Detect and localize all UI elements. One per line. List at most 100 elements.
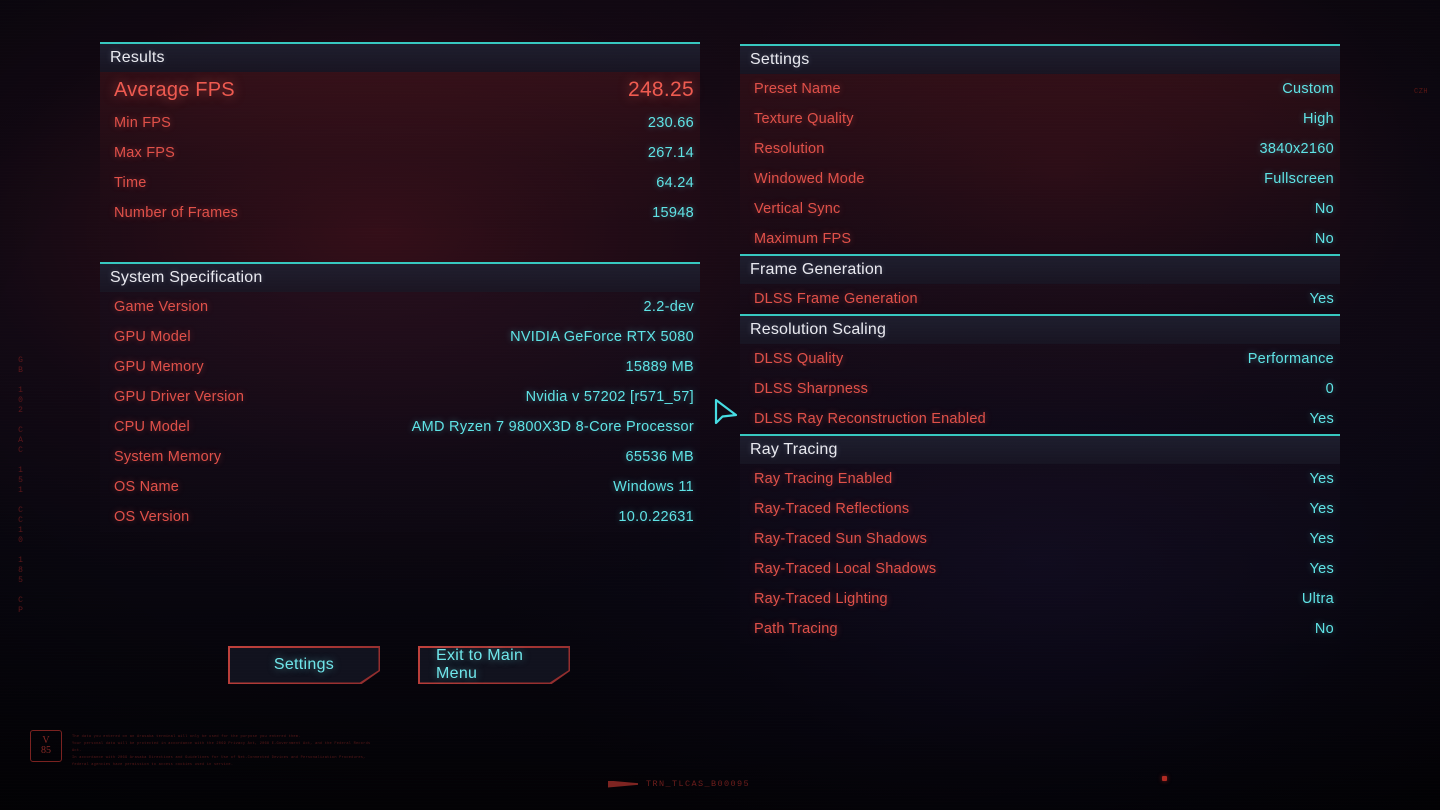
setting-row: Path Tracing No (740, 614, 1340, 644)
setting-row-label: OS Version (114, 509, 190, 525)
section-header-settings: Settings (740, 44, 1340, 74)
setting-row-value: 64.24 (656, 175, 694, 191)
setting-row-label: System Memory (114, 449, 222, 465)
setting-row-value: Fullscreen (1264, 171, 1334, 187)
setting-row-value: No (1314, 231, 1334, 247)
setting-row: Maximum FPS No (740, 224, 1340, 254)
settings-row-list: Preset Name Custom Texture Quality High Reso… (740, 74, 1340, 254)
setting-row: Windowed Mode Fullscreen (740, 164, 1340, 194)
settings-button[interactable]: Settings (228, 646, 380, 684)
version-badge-line2: 85 (41, 745, 51, 756)
setting-row-label: Path Tracing (754, 621, 838, 637)
setting-row-value: 230.66 (647, 115, 694, 131)
frame-generation-row-list: DLSS Frame Generation Yes (740, 284, 1340, 314)
exit-button-label: Exit to Main Menu (436, 647, 524, 682)
setting-row-label: Number of Frames (114, 205, 239, 221)
section-title-results: Results (110, 49, 165, 66)
setting-row-value: Yes (1309, 561, 1334, 577)
setting-row: OS Version 10.0.22631 (100, 502, 700, 532)
setting-row-label: Texture Quality (754, 111, 854, 127)
setting-row-value: Yes (1309, 471, 1334, 487)
setting-row: DLSS Quality Performance (740, 344, 1340, 374)
left-edge-code-text: GB 102 CAC 151 CC10 185 CP (16, 356, 25, 616)
setting-row: Time 64.24 (100, 168, 700, 198)
section-title-frame-generation: Frame Generation (750, 261, 884, 278)
setting-row-label: Windowed Mode (754, 171, 865, 187)
corner-mark-text: CZH (1414, 88, 1429, 96)
results-spacer (100, 228, 700, 262)
setting-row-label: OS Name (114, 479, 180, 495)
setting-row-value: 2.2-dev (643, 299, 694, 315)
legal-disclaimer-text: The data you entered on an Arasaka termi… (72, 734, 372, 769)
setting-row-label: Ray-Traced Sun Shadows (754, 531, 928, 547)
ray-tracing-row-list: Ray Tracing Enabled Yes Ray-Traced Reflect… (740, 464, 1340, 644)
setting-row: GPU Memory 15889 MB (100, 352, 700, 382)
setting-row: DLSS Sharpness 0 (740, 374, 1340, 404)
section-header-system-specification: System Specification (100, 262, 700, 292)
setting-row: Game Version 2.2-dev (100, 292, 700, 322)
section-header-results: Results (100, 42, 700, 72)
benchmark-results-screen: Results Average FPS 248.25 Min FPS 230.66 Ma… (0, 0, 1440, 810)
setting-row-value: Yes (1309, 531, 1334, 547)
setting-row: Min FPS 230.66 (100, 108, 700, 138)
setting-row: OS Name Windows 11 (100, 472, 700, 502)
setting-row-label: DLSS Quality (754, 351, 844, 367)
setting-row-label: Min FPS (114, 115, 171, 131)
section-title-ray-tracing: Ray Tracing (750, 441, 838, 458)
setting-row: Resolution 3840x2160 (740, 134, 1340, 164)
setting-row: System Memory 65536 MB (100, 442, 700, 472)
section-header-resolution-scaling: Resolution Scaling (740, 314, 1340, 344)
legal-line: The data you entered on an Arasaka termi… (72, 735, 301, 739)
setting-row-value: Yes (1309, 501, 1334, 517)
setting-row-label: Average FPS (114, 78, 235, 101)
right-panel: Settings Preset Name Custom Texture Qualit… (740, 44, 1340, 644)
setting-row-value: Windows 11 (613, 479, 694, 495)
setting-row-value: Yes (1309, 411, 1334, 427)
setting-row: Texture Quality High (740, 104, 1340, 134)
setting-row-value: NVIDIA GeForce RTX 5080 (510, 329, 694, 345)
setting-row-label: Time (114, 175, 147, 191)
setting-row: CPU Model AMD Ryzen 7 9800X3D 8-Core Proc… (100, 412, 700, 442)
section-ray-tracing: Ray Tracing Ray Tracing Enabled Yes Ray-Tr… (740, 434, 1340, 644)
setting-row-label: Game Version (114, 299, 209, 315)
exit-to-main-menu-button[interactable]: Exit to Main Menu (418, 646, 570, 684)
setting-row-label: Ray-Traced Local Shadows (754, 561, 937, 577)
setting-row-label: CPU Model (114, 419, 190, 435)
setting-row: Average FPS 248.25 (100, 72, 700, 108)
setting-row: Ray-Traced Reflections Yes (740, 494, 1340, 524)
setting-row: Number of Frames 15948 (100, 198, 700, 228)
section-title-resolution-scaling: Resolution Scaling (750, 321, 887, 338)
setting-row-value: No (1314, 621, 1334, 637)
resolution-scaling-row-list: DLSS Quality Performance DLSS Sharpness 0 DL… (740, 344, 1340, 434)
setting-row-value: Ultra (1301, 591, 1334, 607)
setting-row: Ray-Traced Local Shadows Yes (740, 554, 1340, 584)
setting-row-value: 3840x2160 (1259, 141, 1334, 157)
setting-row-label: Preset Name (754, 81, 841, 97)
setting-row: DLSS Ray Reconstruction Enabled Yes (740, 404, 1340, 434)
setting-row-label: Max FPS (114, 145, 176, 161)
section-frame-generation: Frame Generation DLSS Frame Generation Ye… (740, 254, 1340, 314)
setting-row-label: Resolution (754, 141, 825, 157)
setting-row-label: Maximum FPS (754, 231, 852, 247)
setting-row: GPU Model NVIDIA GeForce RTX 5080 (100, 322, 700, 352)
section-results: Results Average FPS 248.25 Min FPS 230.66 Ma… (100, 42, 700, 262)
setting-row: GPU Driver Version Nvidia v 57202 [r571_5… (100, 382, 700, 412)
version-badge: V 85 (30, 730, 62, 762)
setting-row-label: DLSS Frame Generation (754, 291, 918, 307)
setting-row-value: Custom (1282, 81, 1334, 97)
setting-row-label: DLSS Ray Reconstruction Enabled (754, 411, 986, 427)
setting-row-label: Ray-Traced Lighting (754, 591, 888, 607)
build-wedge-icon (608, 780, 638, 788)
setting-row: DLSS Frame Generation Yes (740, 284, 1340, 314)
setting-row-value: No (1314, 201, 1334, 217)
left-panel: Results Average FPS 248.25 Min FPS 230.66 Ma… (100, 42, 700, 532)
setting-row-value: 267.14 (647, 145, 694, 161)
build-tag-label: TRN_TLCAS_B00095 (646, 779, 751, 789)
setting-row-label: Ray-Traced Reflections (754, 501, 910, 517)
section-header-frame-generation: Frame Generation (740, 254, 1340, 284)
setting-row-label: Ray Tracing Enabled (754, 471, 893, 487)
section-resolution-scaling: Resolution Scaling DLSS Quality Performan… (740, 314, 1340, 434)
setting-row: Ray Tracing Enabled Yes (740, 464, 1340, 494)
legal-line: Your personal data will be protected in … (72, 742, 371, 753)
section-system-specification: System Specification Game Version 2.2-dev… (100, 262, 700, 532)
